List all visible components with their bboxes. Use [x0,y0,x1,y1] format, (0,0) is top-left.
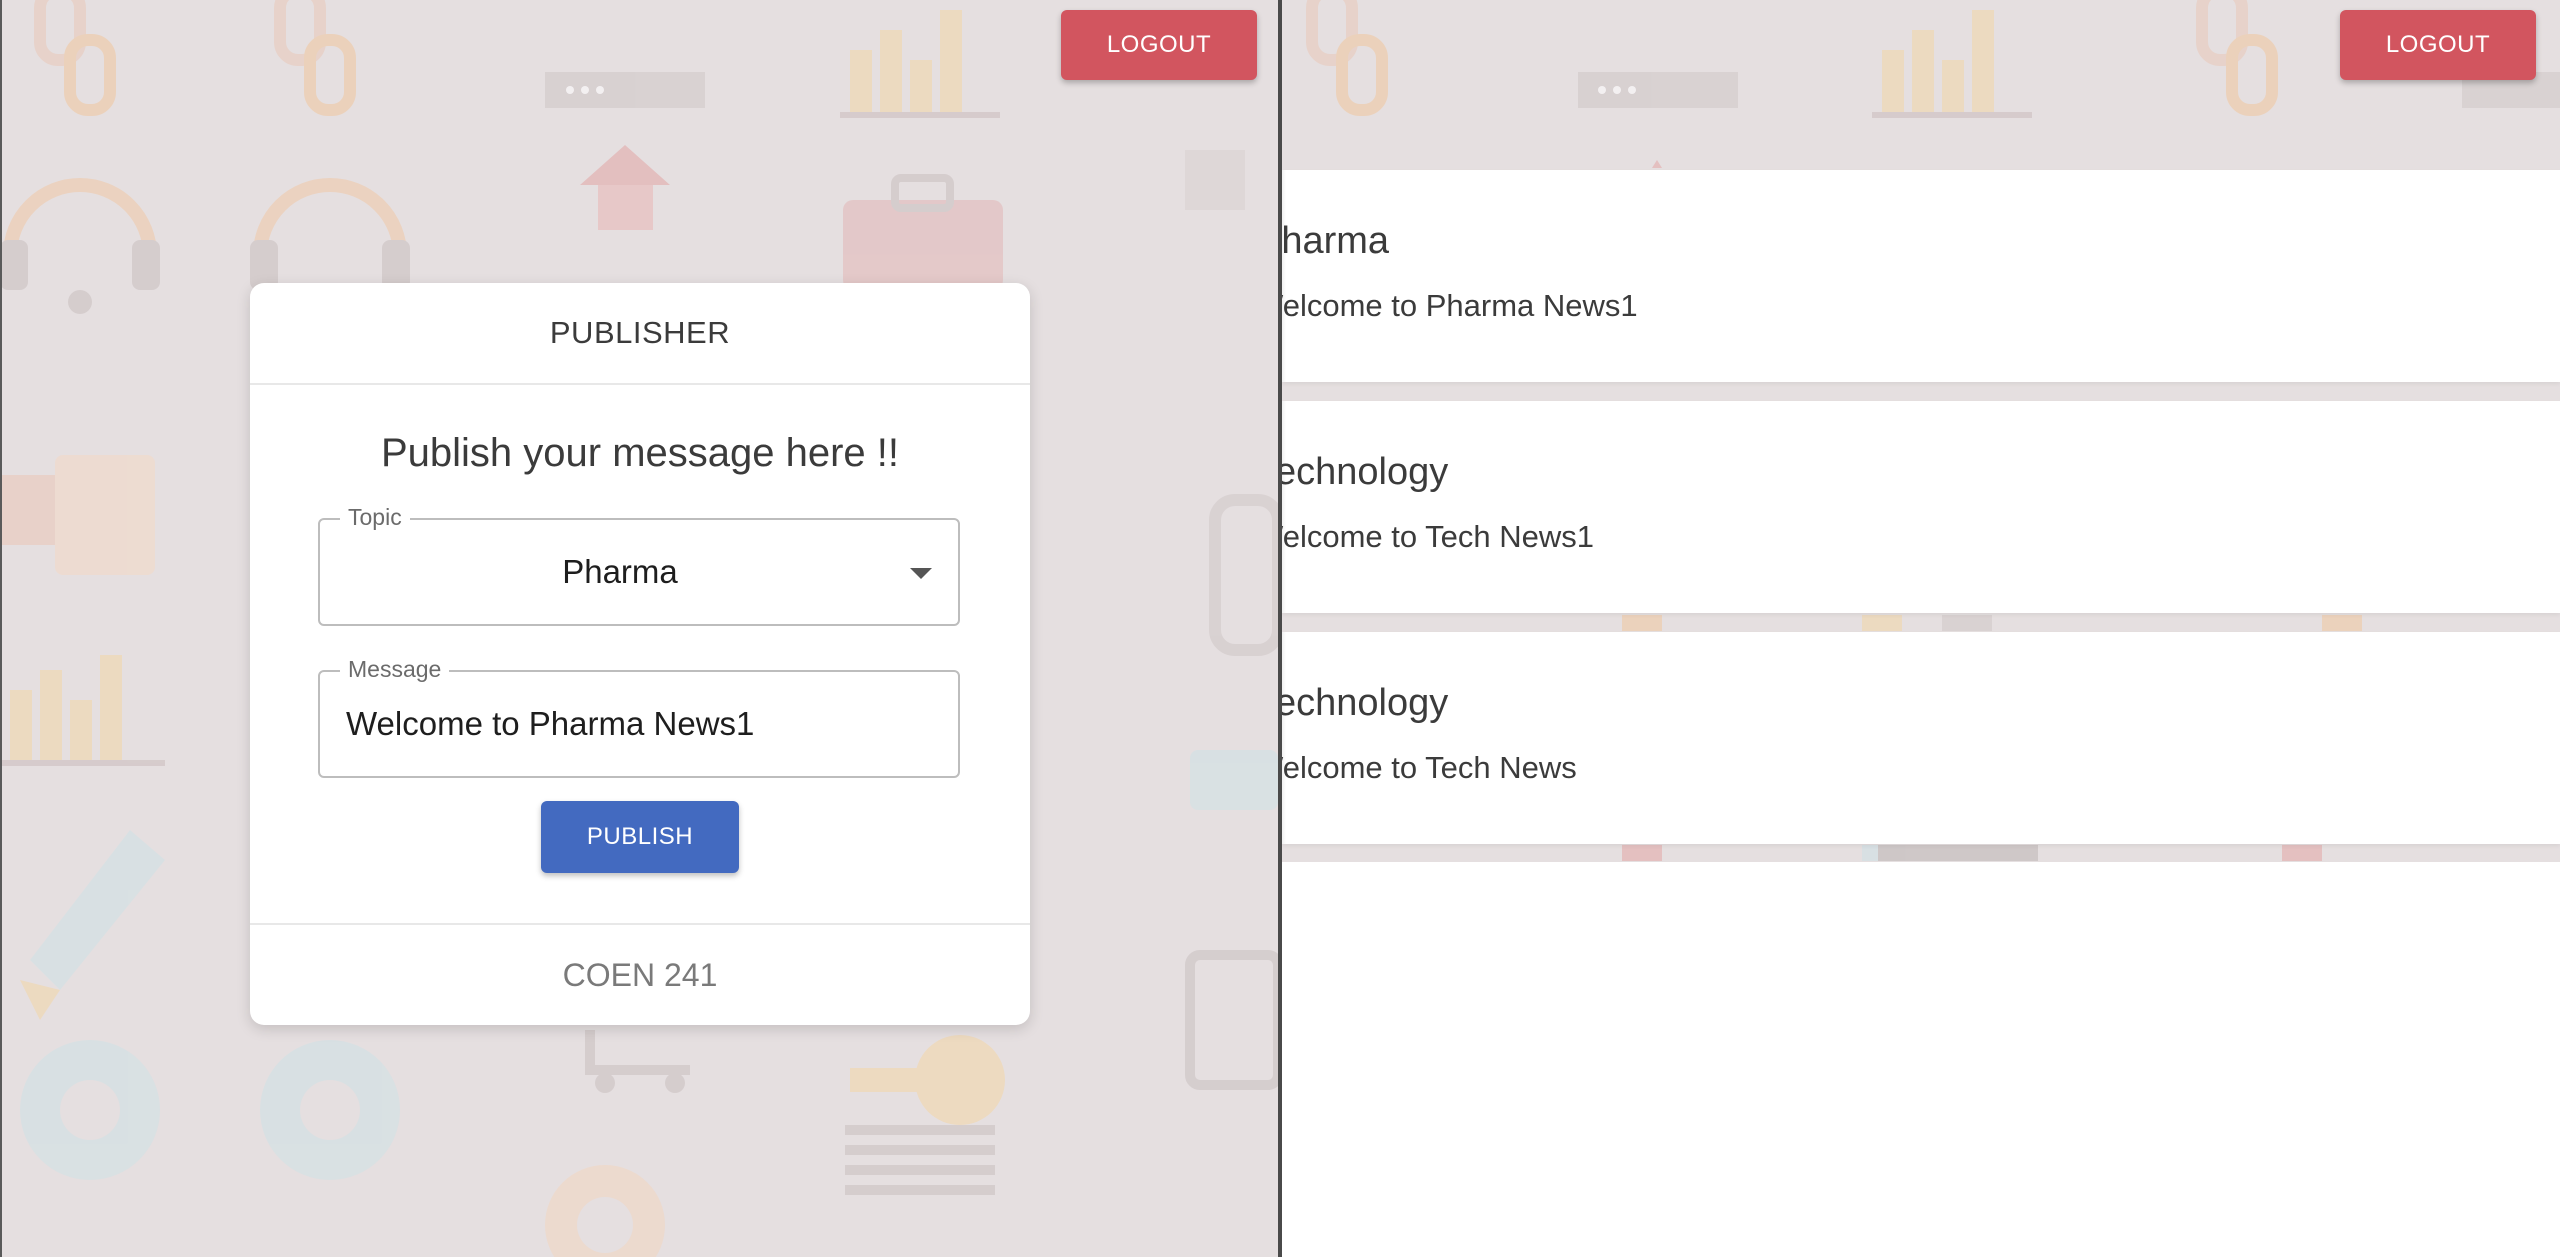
card-title: Publish your message here !! [380,431,900,475]
publisher-pane: LOGOUT PUBLISHER Publish your message he… [0,0,1278,1257]
chain-icon [1306,0,2278,116]
document-lines-icon [845,1125,995,1195]
bar-chart-icon [1872,10,2032,118]
card-edge [1282,632,1286,844]
house-icon [580,145,670,230]
message-text: Welcome to Tech News [1282,750,1577,785]
bar-chart-icon [840,10,1000,118]
card-edge [1282,170,1286,382]
message-topic: Technology [1282,682,1449,724]
card-footer: COEN 241 [250,923,1030,1025]
message-text: Welcome to Pharma News1 [1282,288,1638,323]
message-input[interactable] [346,672,936,776]
toolbox-icon [843,174,1003,290]
message-text: Welcome to Tech News1 [1282,519,1595,554]
mug-icon [0,475,60,545]
message-field[interactable]: Message [318,656,960,778]
key-icon [850,1035,1005,1125]
cart-icon [585,1030,690,1075]
topic-select[interactable]: Topic Pharma [318,504,960,626]
publish-button[interactable]: PUBLISH [541,801,739,873]
logout-button[interactable]: LOGOUT [2340,10,2536,80]
chain-icon [34,0,356,116]
logout-button[interactable]: LOGOUT [1061,10,1257,80]
small-chart-icon [0,655,165,766]
chevron-down-icon[interactable] [910,568,932,579]
window-edge [0,0,2,1257]
headset-icon [3,178,407,256]
message-card: Technology Welcome to Tech News1 [1282,401,2560,613]
message-card: Technology Welcome to Tech News [1282,632,2560,844]
rocket-icon [20,830,165,1020]
topic-selected-value: Pharma [562,553,678,590]
message-topic: Pharma [1282,220,1390,262]
message-topic: Technology [1282,451,1449,493]
card-header: PUBLISHER [250,283,1030,385]
publisher-card: PUBLISHER Publish your message here !! T… [250,283,1030,1025]
card-edge [1282,401,1286,613]
subscriber-pane: LOGOUT Pharma Welcome to Pharma News1 Te… [1282,0,2560,1257]
message-card: Pharma Welcome to Pharma News1 [1282,170,2560,382]
